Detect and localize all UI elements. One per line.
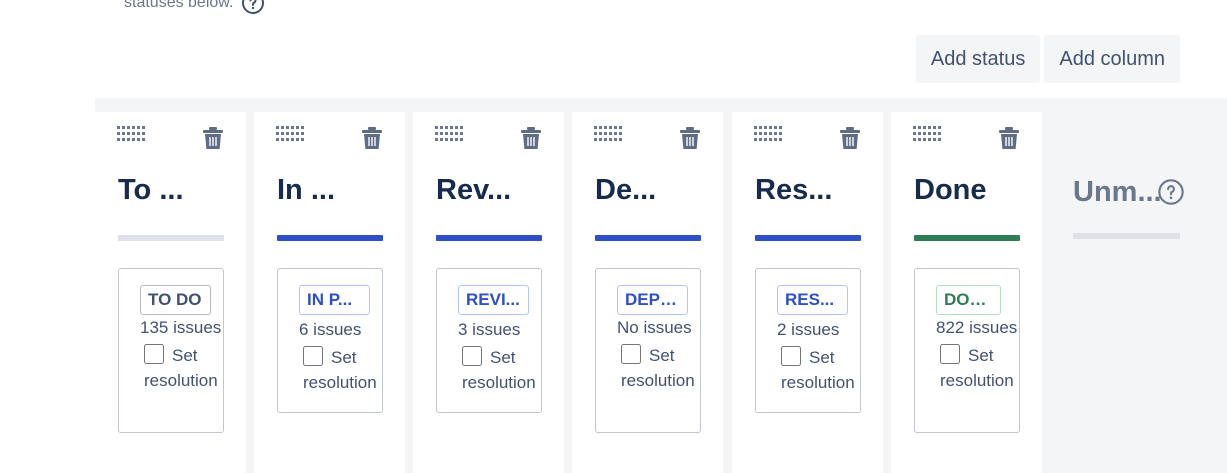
status-lozenge: DEPL... [617,285,688,315]
trash-icon[interactable] [203,127,223,150]
status-lozenge: TO DO [140,285,211,315]
set-resolution-option[interactable]: Set resolution [458,345,541,395]
set-resolution-checkbox[interactable] [144,344,164,364]
intro-label: statuses below. [124,0,234,11]
set-resolution-option[interactable]: Set resolution [777,345,860,395]
column-in-progress[interactable]: In ... IN P... 6 issues Set resolution [254,112,405,473]
category-bar [755,235,861,241]
category-bar [436,235,542,241]
trash-icon[interactable] [999,127,1019,150]
status-lozenge: RES... [777,285,848,315]
status-card[interactable]: TO DO 135 issues Set resolution [118,268,224,433]
board: To ... TO DO 135 issues Set resolution I… [95,98,1227,473]
category-bar [118,235,224,241]
set-resolution-option[interactable]: Set resolution [140,343,223,393]
set-resolution-checkbox[interactable] [303,346,323,366]
set-resolution-option[interactable]: Set resolution [936,343,1019,393]
status-card[interactable]: DEPL... No issues Set resolution [595,268,701,433]
column-resolved[interactable]: Res... RES... 2 issues Set resolution [732,112,883,473]
column-title: Rev... [436,174,512,206]
column-title: To ... [118,174,184,206]
trash-icon[interactable] [680,127,700,150]
category-bar [277,235,383,241]
drag-handle-icon[interactable] [754,126,782,142]
set-resolution-checkbox[interactable] [940,344,960,364]
help-icon[interactable] [1157,178,1185,206]
issue-count: 822 issues [936,318,1018,337]
help-icon[interactable] [241,0,265,15]
issue-count: 3 issues [458,320,521,339]
intro-text: statuses below. [124,0,265,15]
column-deploy[interactable]: De... DEPL... No issues Set resolution [572,112,723,473]
column-title: Res... [755,174,833,206]
drag-handle-icon[interactable] [594,126,622,142]
status-lozenge: DONE [936,285,1001,315]
trash-icon[interactable] [362,127,382,150]
set-resolution-option[interactable]: Set resolution [617,343,700,393]
status-lozenge: IN P... [299,285,370,315]
set-resolution-option[interactable]: Set resolution [299,345,382,395]
status-card[interactable]: RES... 2 issues Set resolution [755,268,861,413]
set-resolution-checkbox[interactable] [462,346,482,366]
column-title: Done [914,174,987,206]
unmapped-category-bar [1073,233,1180,239]
trash-icon[interactable] [840,127,860,150]
column-done[interactable]: Done DONE 822 issues Set resolution [891,112,1042,473]
column-to-do[interactable]: To ... TO DO 135 issues Set resolution [95,112,246,473]
category-bar [595,235,701,241]
issue-count: No issues [617,318,692,337]
set-resolution-checkbox[interactable] [781,346,801,366]
status-card[interactable]: REVI... 3 issues Set resolution [436,268,542,413]
trash-icon[interactable] [521,127,541,150]
drag-handle-icon[interactable] [435,126,463,142]
drag-handle-icon[interactable] [276,126,304,142]
issue-count: 6 issues [299,320,362,339]
toolbar: Add status Add column [915,35,1180,83]
drag-handle-icon[interactable] [913,126,941,142]
drag-handle-icon[interactable] [117,126,145,142]
issue-count: 2 issues [777,320,840,339]
status-card[interactable]: DONE 822 issues Set resolution [914,268,1020,433]
status-card[interactable]: IN P... 6 issues Set resolution [277,268,383,413]
add-column-button[interactable]: Add column [1044,35,1180,83]
category-bar [914,235,1020,241]
column-review[interactable]: Rev... REVI... 3 issues Set resolution [413,112,564,473]
issue-count: 135 issues [140,318,222,337]
unmapped-column-title: Unm... [1073,176,1162,208]
status-lozenge: REVI... [458,285,529,315]
set-resolution-checkbox[interactable] [621,344,641,364]
add-status-button[interactable]: Add status [915,35,1041,83]
column-title: De... [595,174,657,206]
column-title: In ... [277,174,335,206]
